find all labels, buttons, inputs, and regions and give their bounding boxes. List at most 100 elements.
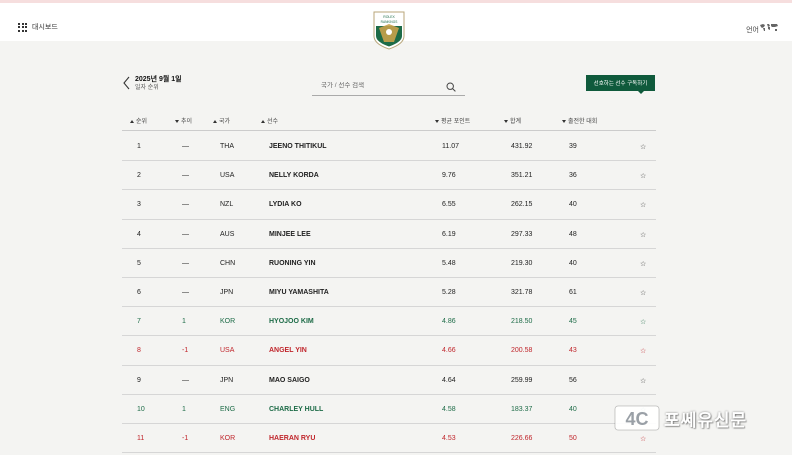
search-box xyxy=(312,80,465,96)
sort-desc-icon xyxy=(435,119,439,123)
total-cell: 226.66 xyxy=(511,434,533,442)
country-cell: AUS xyxy=(220,230,235,238)
total-cell: 297.33 xyxy=(511,230,533,238)
player-name-link[interactable]: NELLY KORDA xyxy=(269,172,319,179)
table-row[interactable]: 9 — JPN MAO SAIGO 4.64 259.99 56 ☆ xyxy=(122,366,656,395)
favorite-star-icon[interactable]: ☆ xyxy=(640,143,646,151)
events-cell: 61 xyxy=(569,288,577,296)
average-points-cell: 5.28 xyxy=(442,288,456,296)
sort-desc-icon xyxy=(562,119,566,123)
table-row[interactable]: 6 — JPN MIYU YAMASHITA 5.28 321.78 61 ☆ xyxy=(122,278,656,308)
dashboard-button[interactable]: 대시보드 xyxy=(18,22,58,32)
country-cell: JPN xyxy=(220,288,234,296)
favorite-star-icon[interactable]: ☆ xyxy=(640,347,646,355)
events-cell: 40 xyxy=(569,259,577,267)
trend-cell: -1 xyxy=(182,434,189,442)
rank-cell: 9 xyxy=(137,376,141,384)
country-cell: USA xyxy=(220,347,235,355)
trend-cell: — xyxy=(182,172,189,180)
sort-desc-icon xyxy=(504,119,508,123)
column-country[interactable]: 국가 xyxy=(213,116,230,125)
logo-text-rankings: RANKINGS xyxy=(381,20,398,24)
player-name-link[interactable]: ANGEL YIN xyxy=(269,347,307,354)
table-row[interactable]: 10 1 ENG CHARLEY HULL 4.58 183.37 40 ☆ xyxy=(122,395,656,424)
events-cell: 36 xyxy=(569,172,577,180)
table-row[interactable]: 2 — USA NELLY KORDA 9.76 351.21 36 ☆ xyxy=(122,161,656,191)
favorite-star-icon[interactable]: ☆ xyxy=(640,435,646,443)
country-cell: ENG xyxy=(220,405,236,413)
player-name-link[interactable]: CHARLEY HULL xyxy=(269,406,323,413)
player-name-link[interactable]: RUONING YIN xyxy=(269,260,316,267)
average-points-cell: 4.64 xyxy=(442,376,456,384)
ranking-date-subtitle: 일자 순위 xyxy=(135,85,159,91)
total-cell: 259.99 xyxy=(511,376,533,384)
country-cell: KOR xyxy=(220,434,236,442)
average-points-cell: 6.55 xyxy=(442,201,456,209)
table-row[interactable]: 8 -1 USA ANGEL YIN 4.66 200.58 43 ☆ xyxy=(122,336,656,366)
total-cell: 200.58 xyxy=(511,347,533,355)
rank-cell: 3 xyxy=(137,201,141,209)
table-row[interactable]: 3 — NZL LYDIA KO 6.55 262.15 40 ☆ xyxy=(122,190,656,220)
total-cell: 183.37 xyxy=(511,405,533,413)
player-name-link[interactable]: MAO SAIGO xyxy=(269,377,310,384)
player-name-link[interactable]: LYDIA KO xyxy=(269,201,302,208)
player-name-link[interactable]: HAERAN RYU xyxy=(269,435,315,442)
favorite-star-icon[interactable]: ☆ xyxy=(640,318,646,326)
country-cell: THA xyxy=(220,143,234,150)
column-rank[interactable]: 순위 xyxy=(130,116,147,125)
trend-cell: — xyxy=(182,201,189,209)
sort-asc-icon xyxy=(130,119,134,123)
rank-cell: 5 xyxy=(137,259,141,267)
table-row[interactable]: 7 1 KOR HYOJOO KIM 4.86 218.50 45 ☆ xyxy=(122,307,656,337)
trend-cell: 1 xyxy=(182,318,186,326)
table-row[interactable]: 5 — CHN RUONING YIN 5.48 219.30 40 ☆ xyxy=(122,249,656,278)
favorite-star-icon[interactable]: ☆ xyxy=(640,289,646,297)
total-cell: 431.92 xyxy=(511,143,533,150)
favorite-star-icon[interactable]: ☆ xyxy=(640,231,646,239)
trend-cell: — xyxy=(182,288,189,296)
rank-cell: 7 xyxy=(137,318,141,326)
events-cell: 45 xyxy=(569,318,577,326)
favorite-star-icon[interactable]: ☆ xyxy=(640,201,646,209)
column-total[interactable]: 합계 xyxy=(504,116,521,125)
average-points-cell: 6.19 xyxy=(442,230,456,238)
rank-cell: 1 xyxy=(137,143,141,150)
grid-icon xyxy=(18,22,27,32)
search-icon[interactable] xyxy=(446,82,456,92)
trend-cell: — xyxy=(182,376,189,384)
sort-desc-icon xyxy=(175,119,179,123)
world-map-icon[interactable] xyxy=(759,23,779,32)
average-points-cell: 11.07 xyxy=(442,143,459,150)
table-header: 순위 추이 국가 선수 평균 포인트 합계 출전한 대회 xyxy=(122,112,656,131)
favorite-star-icon[interactable]: ☆ xyxy=(640,172,646,180)
country-cell: KOR xyxy=(220,318,236,326)
events-cell: 56 xyxy=(569,376,577,384)
rank-cell: 11 xyxy=(137,434,145,442)
favorite-star-icon[interactable]: ☆ xyxy=(640,260,646,268)
search-input[interactable] xyxy=(321,82,441,89)
favorite-star-icon[interactable]: ☆ xyxy=(640,377,646,385)
rolex-rankings-logo[interactable]: ROLEX RANKINGS xyxy=(372,10,406,50)
subscribe-favorite-player-button[interactable]: 선호하는 선수 구독하기 xyxy=(586,75,655,94)
table-row[interactable]: 1 — THA JEENO THITIKUL 11.07 431.92 39 ☆ xyxy=(122,132,656,162)
events-cell: 50 xyxy=(569,434,577,442)
language-label[interactable]: 언어 xyxy=(746,25,759,35)
total-cell: 218.50 xyxy=(511,318,533,326)
column-events-played[interactable]: 출전한 대회 xyxy=(562,116,597,125)
player-name-link[interactable]: HYOJOO KIM xyxy=(269,318,314,325)
table-row[interactable]: 4 — AUS MINJEE LEE 6.19 297.33 48 ☆ xyxy=(122,220,656,249)
player-name-link[interactable]: MIYU YAMASHITA xyxy=(269,289,329,296)
country-cell: CHN xyxy=(220,259,236,267)
player-name-link[interactable]: JEENO THITIKUL xyxy=(269,143,327,150)
sort-asc-icon xyxy=(261,119,265,123)
column-average-points[interactable]: 평균 포인트 xyxy=(435,116,470,125)
events-cell: 43 xyxy=(569,347,577,355)
publisher-name: 포쎄유신문 xyxy=(664,410,748,430)
table-row[interactable]: 11 -1 KOR HAERAN RYU 4.53 226.66 50 ☆ xyxy=(122,424,656,454)
publisher-logo: 4C xyxy=(614,405,660,431)
column-trend[interactable]: 추이 xyxy=(175,116,192,125)
player-name-link[interactable]: MINJEE LEE xyxy=(269,231,311,238)
chevron-left-icon[interactable] xyxy=(122,76,132,90)
average-points-cell: 4.53 xyxy=(442,434,456,442)
column-player[interactable]: 선수 xyxy=(261,116,278,125)
